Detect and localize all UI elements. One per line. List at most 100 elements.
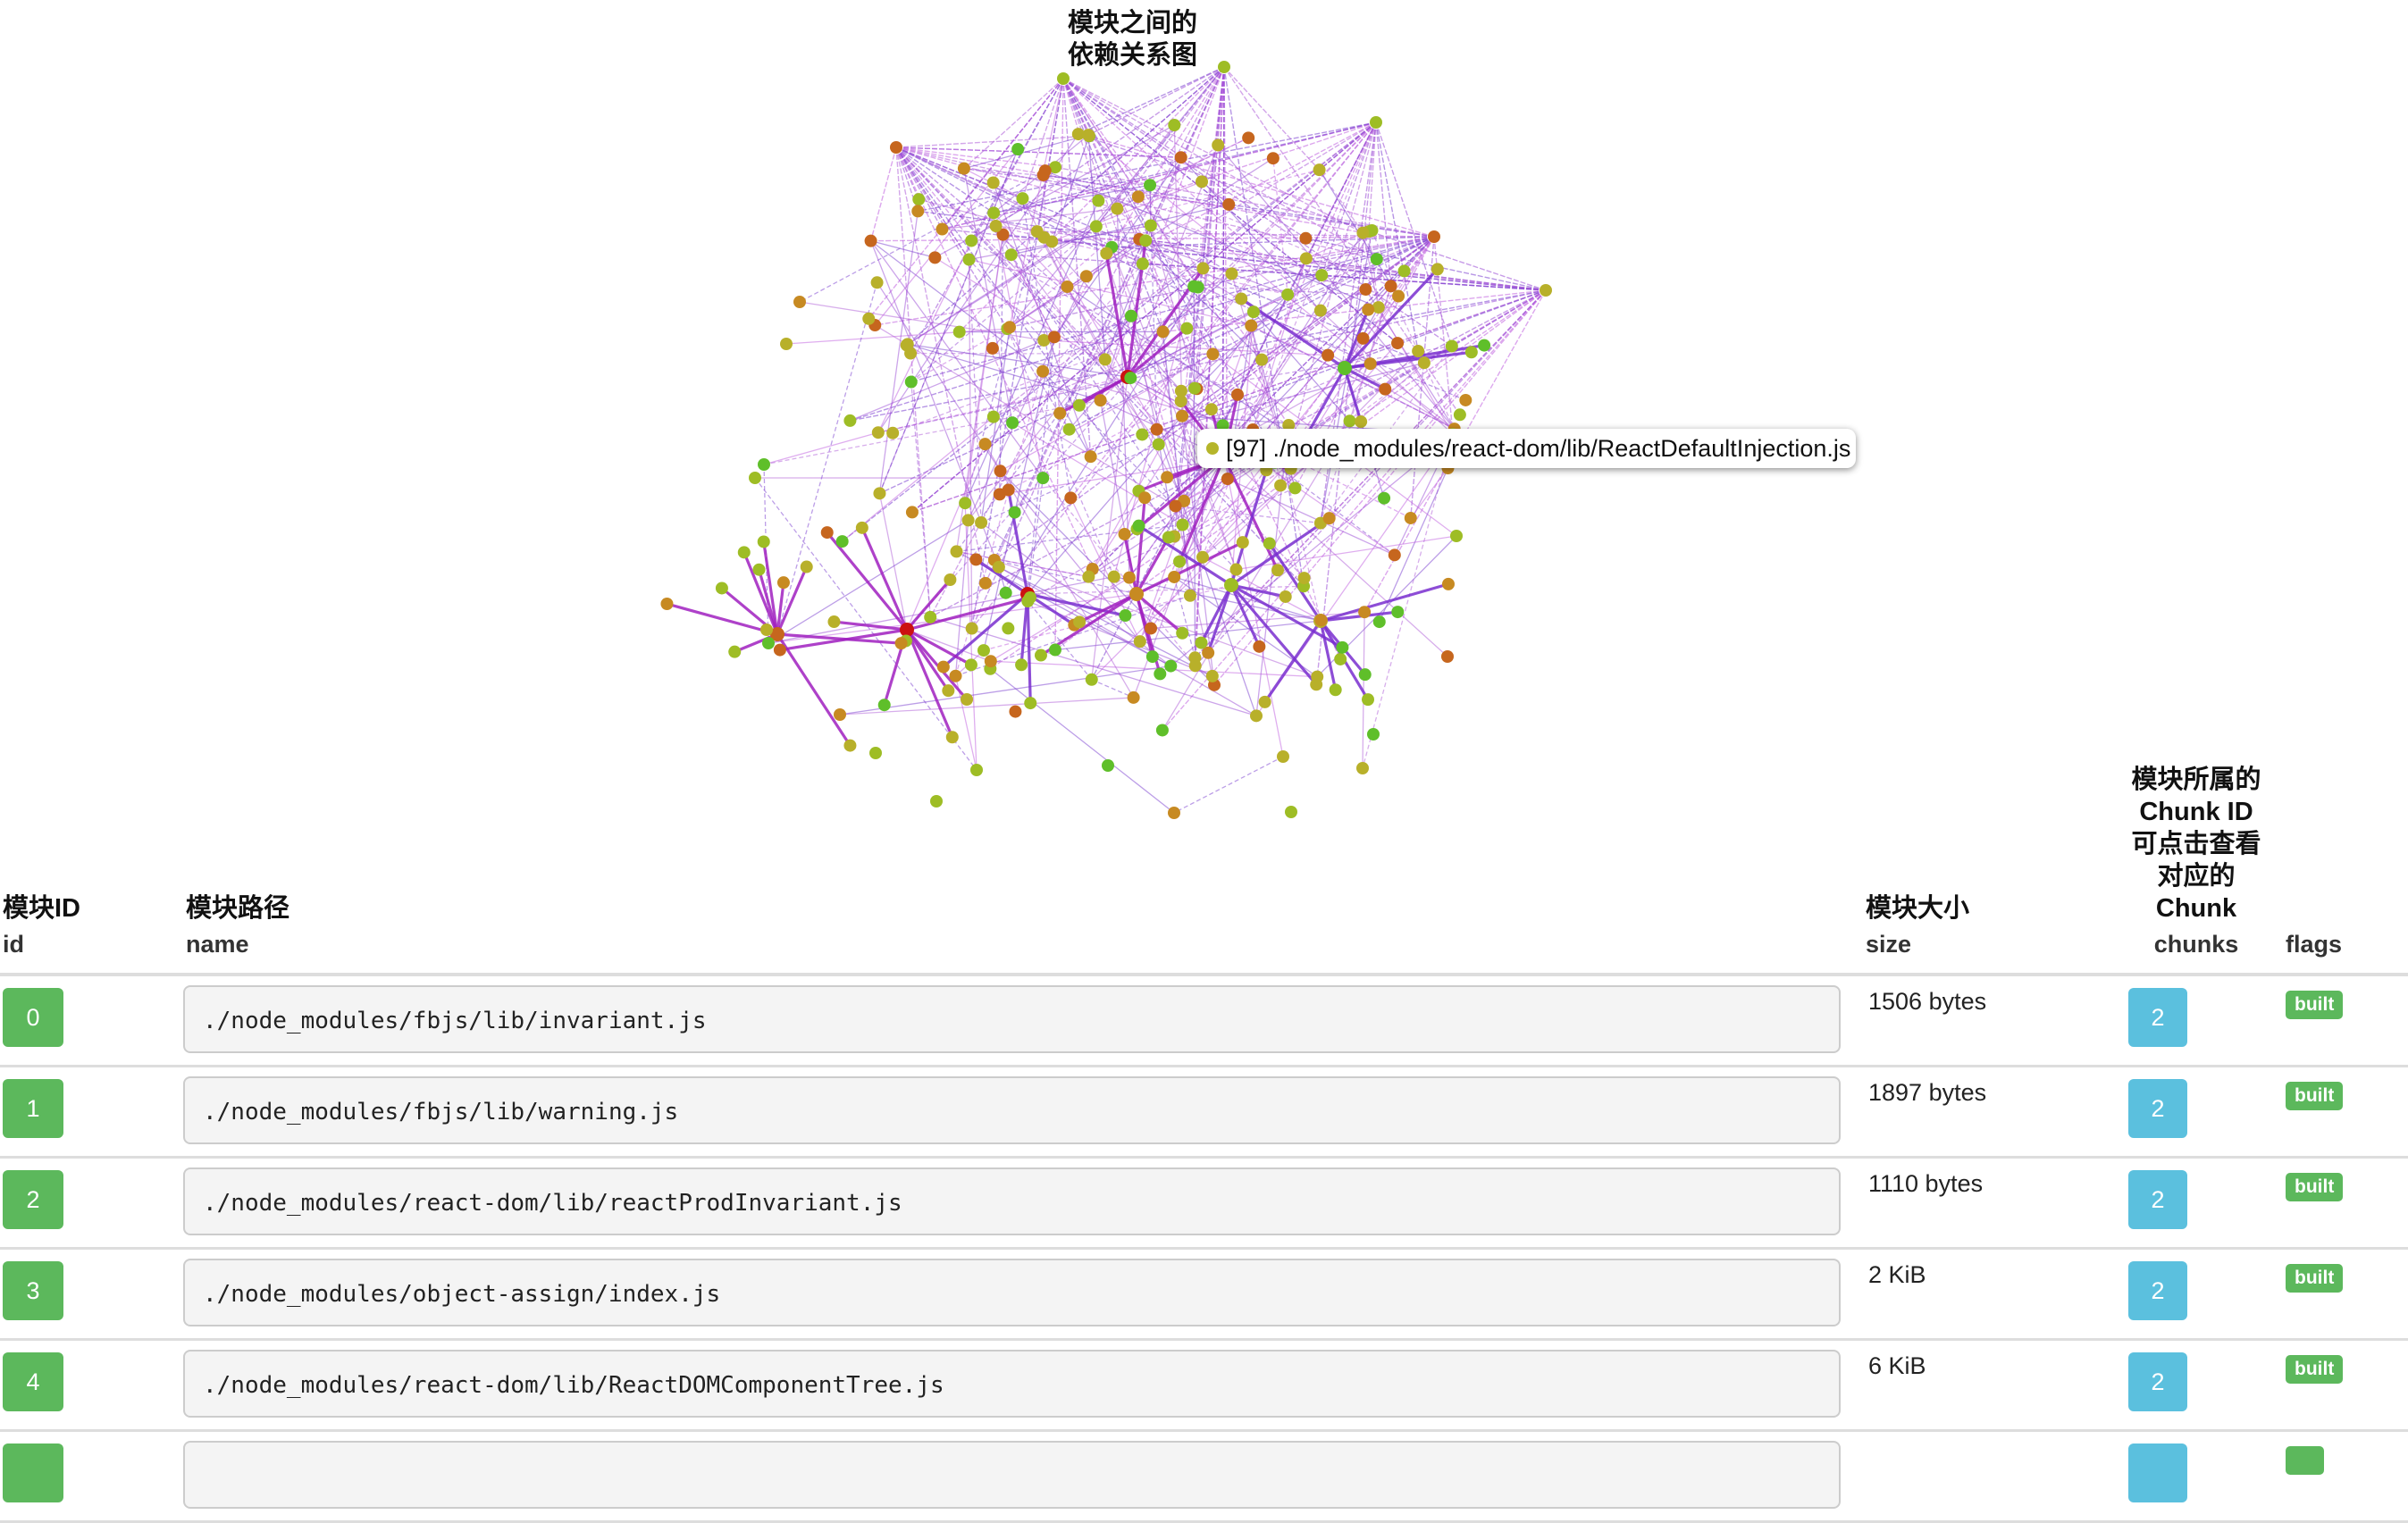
module-node[interactable] [1277,750,1289,763]
module-node[interactable] [758,535,770,548]
module-node[interactable] [1073,399,1086,412]
module-node[interactable] [1431,263,1444,275]
module-node[interactable] [1177,519,1189,531]
module-node[interactable] [1139,234,1152,247]
module-node[interactable] [912,193,925,205]
module-node[interactable] [1359,668,1372,681]
module-id-badge[interactable]: 3 [3,1261,63,1320]
module-node[interactable] [865,235,877,247]
module-node[interactable] [1313,163,1326,176]
module-node[interactable] [1188,382,1201,395]
module-node[interactable] [1288,481,1301,494]
module-node[interactable] [1132,190,1145,203]
module-node[interactable] [1024,591,1036,604]
module-node[interactable] [1000,587,1012,599]
module-node[interactable] [1259,696,1271,708]
module-node[interactable] [1064,491,1077,504]
module-node[interactable] [1315,614,1328,626]
module-node[interactable] [1253,640,1265,653]
module-node[interactable] [1231,389,1244,401]
header-name[interactable]: 模块路径 name [186,764,1866,975]
module-path-field[interactable]: ./node_modules/object-assign/index.js [183,1259,1841,1326]
module-node[interactable] [1357,332,1370,345]
module-node[interactable] [1061,280,1073,293]
module-path-field[interactable]: ./node_modules/react-dom/lib/ReactDOMCom… [183,1350,1841,1418]
module-node[interactable] [937,661,950,674]
module-node[interactable] [1367,728,1380,741]
module-node[interactable] [961,693,973,706]
module-node[interactable] [924,611,936,623]
module-node[interactable] [1242,131,1254,144]
module-node[interactable] [1459,394,1472,406]
module-node[interactable] [1364,357,1377,370]
module-node[interactable] [977,644,990,657]
module-node[interactable] [928,251,941,264]
module-node[interactable] [716,582,728,594]
module-node[interactable] [1330,683,1342,696]
module-node[interactable] [1119,528,1131,540]
module-node[interactable] [1398,264,1411,277]
module-node[interactable] [1465,346,1478,358]
module-node[interactable] [1355,415,1367,428]
module-node[interactable] [1175,151,1187,163]
module-id-badge[interactable]: 0 [3,988,63,1047]
module-node[interactable] [1009,706,1021,718]
module-node[interactable] [738,546,751,558]
module-node[interactable] [1036,365,1049,378]
module-node[interactable] [1344,414,1356,427]
module-node[interactable] [1196,551,1209,564]
header-chunks[interactable]: 模块所属的 Chunk ID 可点击查看 对应的 Chunk chunks [2107,764,2286,975]
module-node[interactable] [990,220,1003,232]
module-node[interactable] [1356,227,1369,239]
module-node[interactable] [1136,428,1148,440]
module-node[interactable] [1391,606,1404,618]
module-node[interactable] [869,747,882,759]
module-node[interactable] [965,234,977,247]
module-path-field[interactable]: ./node_modules/fbjs/lib/warning.js [183,1076,1841,1144]
module-node[interactable] [871,276,884,289]
chunk-id-button[interactable]: 2 [2128,988,2187,1047]
module-node[interactable] [1428,230,1440,243]
module-node[interactable] [856,522,868,534]
module-node[interactable] [1009,506,1021,519]
module-node[interactable] [1370,116,1382,129]
module-node[interactable] [1128,691,1140,704]
module-node[interactable] [1156,724,1169,736]
module-node[interactable] [1441,650,1454,663]
module-node[interactable] [985,655,997,667]
module-node[interactable] [1100,247,1112,260]
module-node[interactable] [906,506,919,518]
module-node[interactable] [1086,674,1098,686]
module-node[interactable] [753,564,766,576]
module-node[interactable] [1300,252,1313,264]
module-node[interactable] [801,561,813,573]
module-path-field[interactable] [183,1441,1841,1509]
module-node[interactable] [1151,423,1163,436]
module-node[interactable] [1540,284,1552,297]
module-node[interactable] [1391,337,1404,349]
module-node[interactable] [1371,253,1383,265]
module-node[interactable] [958,163,970,175]
module-node[interactable] [1245,320,1257,332]
module-node[interactable] [1212,138,1224,151]
module-node[interactable] [953,326,966,339]
module-node[interactable] [1196,262,1209,274]
module-node[interactable] [1145,219,1157,231]
module-node[interactable] [1314,305,1327,317]
module-node[interactable] [905,376,918,389]
module-node[interactable] [878,699,891,711]
module-node[interactable] [1405,512,1417,524]
module-node[interactable] [1039,164,1052,177]
module-node[interactable] [1153,438,1165,450]
module-node[interactable] [1073,615,1086,628]
module-node[interactable] [862,313,875,325]
dependency-graph-canvas[interactable] [0,0,2408,831]
module-node[interactable] [1003,483,1015,496]
module-node[interactable] [993,561,1005,573]
module-node[interactable] [1196,175,1208,188]
module-node[interactable] [1154,667,1166,680]
module-node[interactable] [1235,292,1247,305]
module-node[interactable] [834,708,846,721]
module-node[interactable] [1373,615,1386,628]
module-node[interactable] [987,176,1000,188]
